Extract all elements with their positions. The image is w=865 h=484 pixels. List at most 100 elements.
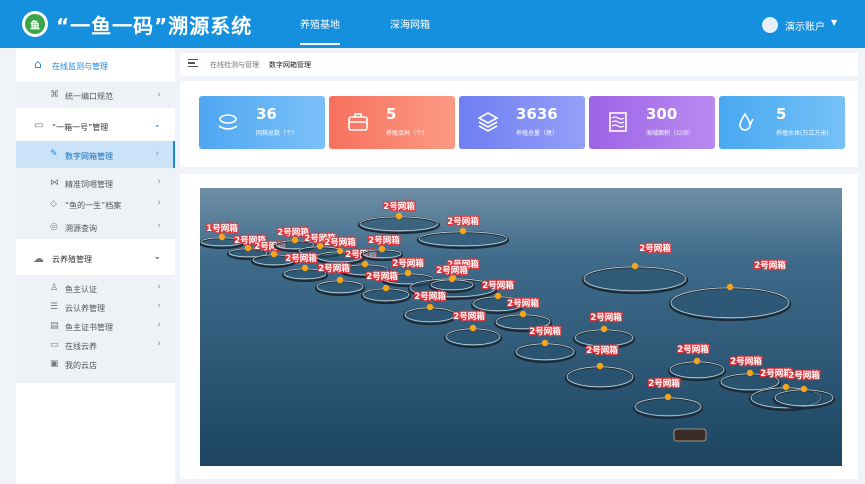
- cage-label[interactable]: 2号网箱: [585, 344, 619, 357]
- cage-label[interactable]: 2号网箱: [753, 259, 787, 272]
- buoy-marker[interactable]: [746, 369, 754, 377]
- sidebar-item-online-farming[interactable]: ▭ 在线云养 ›: [16, 337, 175, 355]
- buoy-marker[interactable]: [800, 385, 808, 393]
- cage-label[interactable]: 2号网箱: [787, 369, 821, 382]
- buoy-marker[interactable]: [448, 275, 456, 283]
- cage-label[interactable]: 2号网箱: [452, 310, 486, 323]
- buoy-marker[interactable]: [336, 276, 344, 284]
- sidebar-item-fish-lifecycle[interactable]: ◇ “鱼的一生”档案 ›: [16, 195, 175, 215]
- cage-label[interactable]: 2号网箱: [638, 242, 672, 255]
- buoy-marker[interactable]: [726, 283, 734, 291]
- avatar[interactable]: [762, 17, 778, 33]
- cage-label[interactable]: 2号网箱: [528, 325, 562, 338]
- cage-label[interactable]: 2号网箱: [284, 252, 318, 265]
- chevron-down-icon[interactable]: ▼: [831, 18, 837, 27]
- sidebar-section-cloud-farming[interactable]: ☁ 云养殖管理 ⌄: [16, 247, 175, 271]
- user-account-name[interactable]: 演示账户: [785, 18, 825, 33]
- chevron-right-icon: ›: [157, 90, 161, 100]
- buoy-marker[interactable]: [395, 212, 403, 220]
- cage-label[interactable]: 2号网箱: [413, 290, 447, 303]
- buoy-marker[interactable]: [631, 262, 639, 270]
- sidebar-item-owner-auth[interactable]: ♙ 鱼主认证 ›: [16, 280, 175, 298]
- cage-label[interactable]: 2号网箱: [391, 257, 425, 270]
- buoy-marker[interactable]: [469, 324, 477, 332]
- net-cage-ring[interactable]: [581, 265, 689, 295]
- sidebar-item-label: 数字网箱管理: [65, 152, 113, 161]
- buoy-marker[interactable]: [596, 362, 604, 370]
- cage-label[interactable]: 2号网箱: [647, 377, 681, 390]
- buoy-marker[interactable]: [541, 339, 549, 347]
- chevron-right-icon: ›: [157, 177, 161, 187]
- stat-value: 36: [256, 105, 277, 123]
- sidebar-section-one-box-one-code[interactable]: ▭ “一箱一号”管理 ⌄: [16, 114, 175, 138]
- buoy-marker[interactable]: [600, 325, 608, 333]
- buoy-marker[interactable]: [218, 233, 226, 241]
- stat-card-species: 5 养殖品种（个）: [329, 96, 455, 149]
- sidebar-item-cloud-adoption[interactable]: ☰ 云认养管理 ›: [16, 299, 175, 317]
- net-cage-ring[interactable]: [564, 365, 636, 391]
- cage-label[interactable]: 2号网箱: [367, 234, 401, 247]
- chevron-down-icon: ⌄: [153, 252, 161, 262]
- net-cage-ring[interactable]: [668, 286, 792, 322]
- sidebar-item-certificate[interactable]: ▤ 鱼主证书管理 ›: [16, 318, 175, 336]
- tab-aquaculture-base[interactable]: 养殖基地: [300, 16, 340, 45]
- cage-label[interactable]: 2号网箱: [382, 200, 416, 213]
- breadcrumb-parent[interactable]: 在线检测与管理: [210, 61, 259, 69]
- sidebar-section-label: 云养殖管理: [52, 255, 92, 264]
- cage-label[interactable]: 2号网箱: [317, 262, 351, 275]
- sidebar-item-label: 统一编口规范: [65, 92, 113, 101]
- breadcrumb-current: 数字网箱管理: [269, 61, 311, 69]
- sidebar-item-uniform-code[interactable]: ⌘ 统一编口规范 ›: [16, 82, 175, 108]
- tab-deep-sea-cages[interactable]: 深海网箱: [390, 16, 430, 31]
- store-icon: ▣: [50, 359, 59, 369]
- sidebar-item-digital-cage[interactable]: ✎ 数字网箱管理 ›: [16, 141, 175, 168]
- stat-value: 300: [646, 105, 678, 123]
- sidebar-item-precise-feeding[interactable]: ⋈ 精准饲喂管理 ›: [16, 174, 175, 194]
- list-icon: ☰: [50, 302, 59, 312]
- buoy-marker[interactable]: [693, 357, 701, 365]
- app-logo: 鱼: [22, 11, 48, 37]
- buoy-marker[interactable]: [494, 292, 502, 300]
- cage-label[interactable]: 2号网箱: [365, 270, 399, 283]
- cage-label[interactable]: 2号网箱: [729, 355, 763, 368]
- buoy-marker[interactable]: [361, 260, 369, 268]
- fish-icon: ⋈: [50, 178, 59, 188]
- cage-label[interactable]: 2号网箱: [481, 279, 515, 292]
- stat-value: 3636: [516, 105, 558, 123]
- sidebar-item-trace-query[interactable]: ◎ 溯源查询 ›: [16, 218, 175, 238]
- cage-label[interactable]: 2号网箱: [435, 264, 469, 277]
- sidebar-section-monitoring[interactable]: ⌂ 在线监测与管理: [16, 56, 175, 76]
- stat-caption: 养殖品种（个）: [386, 130, 429, 137]
- cage-label[interactable]: 2号网箱: [506, 297, 540, 310]
- sidebar-item-label: 精准饲喂管理: [65, 180, 113, 189]
- chevron-right-icon: ›: [157, 221, 161, 231]
- sidebar-item-label: “鱼的一生”档案: [65, 201, 122, 210]
- cage-label[interactable]: 1号网箱: [205, 222, 239, 235]
- cage-label[interactable]: 2号网箱: [589, 311, 623, 324]
- breadcrumb: 在线检测与管理 数字网箱管理: [180, 53, 858, 76]
- aquaculture-cage-photo[interactable]: 2号网箱2号网箱1号网箱2号网箱2号网箱2号网箱2号网箱2号网箱 2号网箱2号网箱…: [200, 188, 842, 466]
- cage-label[interactable]: 2号网箱: [676, 343, 710, 356]
- stat-card-cage-count: 36 网箱总数（个）: [199, 96, 325, 149]
- net-cage-ring[interactable]: [772, 388, 836, 410]
- buoy-marker[interactable]: [459, 227, 467, 235]
- stat-card-sea-area: 300 海域面积（公顷）: [589, 96, 715, 149]
- buoy-marker[interactable]: [404, 269, 412, 277]
- buoy-marker[interactable]: [664, 393, 672, 401]
- sidebar-item-my-store[interactable]: ▣ 我的云店: [16, 356, 175, 374]
- cage-label[interactable]: 2号网箱: [446, 215, 480, 228]
- net-cage-ring[interactable]: [632, 396, 704, 420]
- cage-label[interactable]: 2号网箱: [323, 236, 357, 249]
- buoy-marker[interactable]: [378, 245, 386, 253]
- buoy-marker[interactable]: [336, 247, 344, 255]
- home-icon: ⌂: [34, 57, 42, 71]
- buoy-marker[interactable]: [782, 383, 790, 391]
- chevron-right-icon: ›: [157, 198, 161, 208]
- net-cage-ring[interactable]: [513, 342, 577, 364]
- buoy-marker[interactable]: [382, 284, 390, 292]
- buoy-marker[interactable]: [301, 264, 309, 272]
- buoy-marker[interactable]: [426, 303, 434, 311]
- buoy-marker[interactable]: [519, 310, 527, 318]
- stat-value: 5: [776, 105, 787, 123]
- menu-toggle-icon[interactable]: [188, 59, 198, 67]
